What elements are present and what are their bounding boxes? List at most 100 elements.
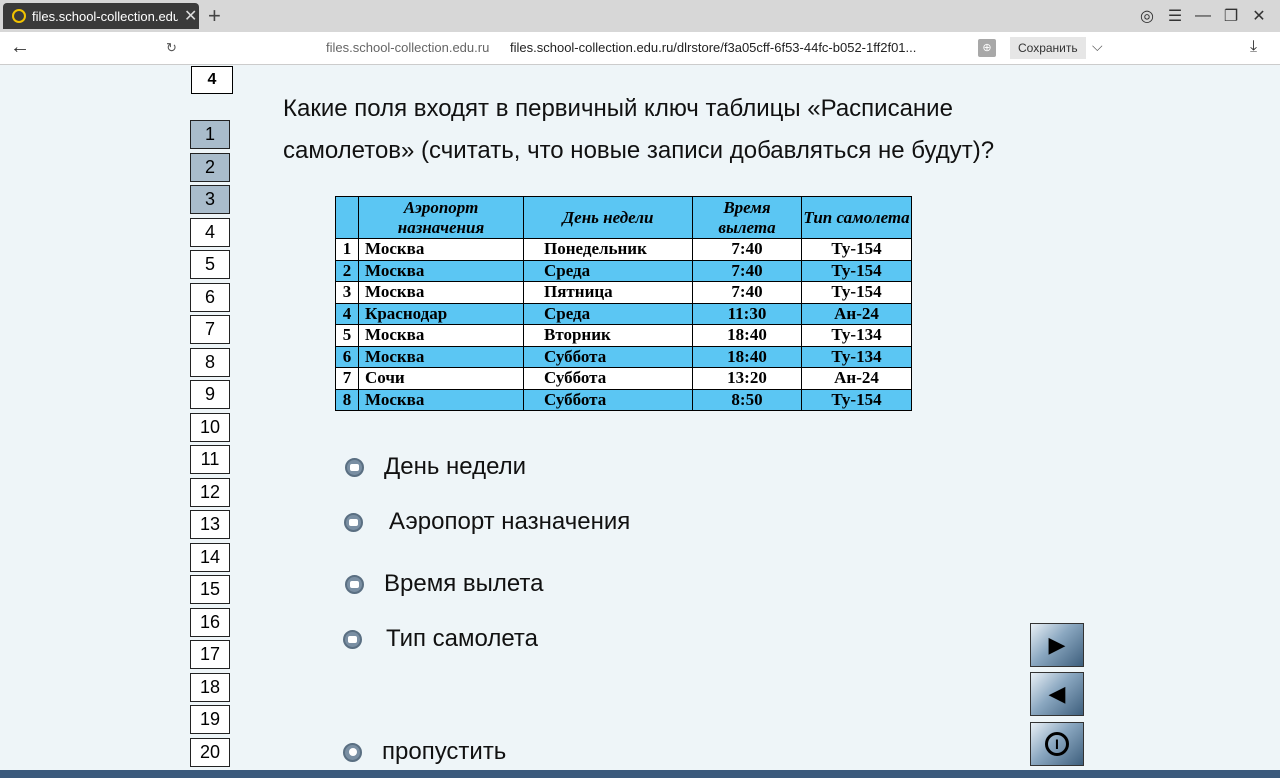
table-cell: 6	[335, 345, 359, 368]
table-cell: 13:20	[692, 367, 802, 390]
address-host[interactable]: files.school-collection.edu.ru	[326, 40, 489, 55]
table-cell: 8:50	[692, 388, 802, 411]
question-number-button[interactable]: 6	[190, 282, 230, 312]
next-button[interactable]: ▶	[1030, 623, 1084, 667]
question-number-button[interactable]: 4	[190, 217, 230, 247]
chevron-down-icon[interactable]: ⌵	[1092, 38, 1103, 55]
question-number-button[interactable]: 15	[190, 575, 230, 604]
skip-label: пропустить	[382, 738, 507, 765]
checkbox-icon[interactable]	[344, 512, 363, 532]
question-number-button[interactable]: 14	[190, 542, 230, 572]
question-number-button[interactable]: 11	[190, 445, 230, 474]
radio-icon[interactable]	[343, 742, 362, 762]
table-row: 6 Москва Суббота 18:40 Ту-134	[335, 345, 912, 368]
question-number-button[interactable]: 5	[190, 250, 230, 279]
question-number-button[interactable]: 7	[190, 315, 230, 344]
new-tab-icon[interactable]: +	[208, 3, 221, 29]
table-cell: Пятница	[523, 281, 693, 304]
close-window-icon[interactable]: ✕	[1250, 6, 1268, 26]
option-day-of-week[interactable]: День недели	[345, 453, 526, 481]
window-controls: ◎ ☰ — ❐ ✕	[1138, 6, 1268, 26]
checkbox-icon[interactable]	[345, 457, 364, 477]
table-row: 1 Москва Понедельник 7:40 Ту-154	[335, 238, 912, 261]
power-icon: I	[1045, 732, 1069, 756]
previous-button[interactable]: ◀	[1030, 672, 1084, 716]
finish-button[interactable]: I	[1030, 722, 1084, 766]
table-cell: 3	[335, 281, 359, 304]
header-cell: Тип самолета	[801, 196, 912, 239]
question-number-button[interactable]: 9	[190, 380, 230, 409]
header-cell: Аэропорт назначения	[358, 196, 524, 239]
restore-icon[interactable]: ❐	[1222, 6, 1240, 26]
profile-icon[interactable]: ◎	[1138, 6, 1156, 26]
question-number-button[interactable]: 16	[190, 607, 230, 637]
question-number-button[interactable]: 20	[190, 737, 230, 767]
table-cell: 7:40	[692, 238, 802, 261]
table-cell: Ту-134	[801, 324, 912, 347]
question-number-button[interactable]: 17	[190, 640, 230, 669]
table-cell: Москва	[358, 259, 524, 282]
translate-icon[interactable]: ⊕	[978, 39, 996, 57]
question-number-button[interactable]: 10	[190, 412, 230, 442]
table-cell: Москва	[358, 281, 524, 304]
schedule-table: Аэропорт назначения День недели Время вы…	[335, 196, 912, 411]
table-row: 2 Москва Среда 7:40 Ту-154	[335, 259, 912, 282]
question-number-button[interactable]: 12	[190, 477, 230, 507]
question-number-button[interactable]: 2	[190, 152, 230, 182]
close-tab-icon[interactable]: ✕	[184, 6, 197, 26]
reload-icon[interactable]: ↻	[166, 40, 177, 56]
option-label: День недели	[384, 453, 527, 480]
back-arrow-icon[interactable]: ←	[10, 36, 30, 59]
table-cell: Москва	[358, 324, 524, 347]
save-page-button[interactable]: Сохранить	[1010, 37, 1086, 59]
site-favicon-icon	[12, 9, 26, 23]
table-cell: Краснодар	[358, 302, 524, 325]
checkbox-icon[interactable]	[343, 629, 362, 649]
table-cell: 1	[335, 238, 359, 261]
question-text: Какие поля входят в первичный ключ табли…	[283, 95, 995, 164]
question-number-button[interactable]: 19	[190, 705, 230, 734]
table-cell: Суббота	[523, 345, 693, 368]
option-destination-airport[interactable]: Аэропорт назначения	[344, 508, 630, 536]
header-cell: День недели	[523, 196, 693, 239]
table-cell: 7:40	[692, 281, 802, 304]
play-right-icon: ▶	[1048, 632, 1066, 657]
address-url[interactable]: files.school-collection.edu.ru/dlrstore/…	[510, 40, 916, 55]
skip-option[interactable]: пропустить	[343, 738, 506, 766]
checkbox-icon[interactable]	[345, 574, 364, 594]
minimize-icon[interactable]: —	[1194, 7, 1212, 25]
question-number-button[interactable]: 18	[190, 672, 230, 702]
table-row: 7 Сочи Суббота 13:20 Ан-24	[335, 367, 912, 390]
menu-icon[interactable]: ☰	[1166, 6, 1184, 26]
question-number-button[interactable]: 8	[190, 347, 230, 377]
table-row: 8 Москва Суббота 8:50 Ту-154	[335, 388, 912, 411]
browser-tab[interactable]: files.school-collection.edu ✕	[3, 3, 199, 29]
option-label: Время вылета	[384, 570, 544, 597]
table-cell: Ту-134	[801, 345, 912, 368]
table-cell: 4	[335, 302, 359, 325]
tab-bar: files.school-collection.edu ✕ + ◎ ☰ — ❐ …	[0, 0, 1280, 32]
current-question-number: 4	[191, 66, 233, 94]
table-row: 3 Москва Пятница 7:40 Ту-154	[335, 281, 912, 304]
table-cell: Москва	[358, 345, 524, 368]
table-cell: 2	[335, 259, 359, 282]
option-label: Тип самолета	[386, 625, 538, 652]
table-cell: 7	[335, 367, 359, 390]
option-departure-time[interactable]: Время вылета	[345, 570, 544, 598]
download-icon[interactable]: ⤓	[1250, 38, 1257, 56]
table-header-row: Аэропорт назначения День недели Время вы…	[335, 196, 912, 239]
header-cell: Время вылета	[692, 196, 802, 239]
table-cell: 7:40	[692, 259, 802, 282]
table-row: 5 Москва Вторник 18:40 Ту-134	[335, 324, 912, 347]
option-aircraft-type[interactable]: Тип самолета	[343, 625, 538, 653]
table-cell: Москва	[358, 238, 524, 261]
question-number-button[interactable]: 1	[190, 120, 230, 149]
question-number-button[interactable]: 13	[190, 510, 230, 539]
table-row: 4 Краснодар Среда 11:30 Ан-24	[335, 302, 912, 325]
tab-title: files.school-collection.edu	[32, 8, 178, 24]
header-cell	[335, 196, 359, 239]
table-cell: Суббота	[523, 388, 693, 411]
question-number-button[interactable]: 3	[190, 185, 230, 214]
table-cell: Суббота	[523, 367, 693, 390]
play-left-icon: ◀	[1048, 681, 1066, 706]
